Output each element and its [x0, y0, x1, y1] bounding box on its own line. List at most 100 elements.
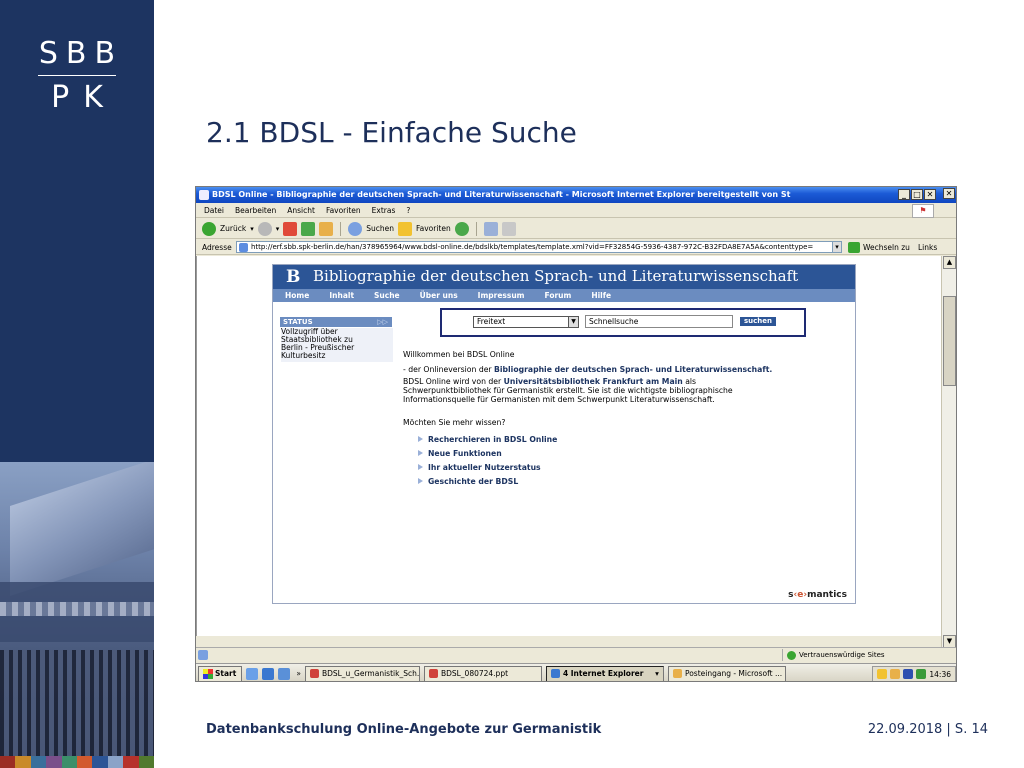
nav-hilfe[interactable]: Hilfe	[591, 289, 611, 302]
links-label[interactable]: Links	[918, 240, 937, 255]
back-arrow-icon[interactable]	[202, 221, 216, 236]
favorites-star-icon[interactable]	[398, 221, 412, 236]
bullet-triangle-icon	[418, 436, 423, 442]
refresh-icon[interactable]	[301, 221, 316, 236]
menu-help[interactable]: ?	[406, 204, 410, 217]
nav-ueber-uns[interactable]: Über uns	[420, 289, 458, 302]
ie-page-icon	[199, 190, 209, 200]
status-panel-header: STATUS ▷▷	[280, 317, 392, 327]
ie-content-area: B Bibliographie der deutschen Sprach- un…	[196, 256, 941, 636]
welcome-text: Willkommen bei BDSL Online	[403, 350, 515, 359]
task-posteingang[interactable]: Posteingang - Microsoft ...	[667, 665, 786, 681]
task-label: 4 Internet Explorer	[562, 669, 644, 678]
forward-dropdown-icon[interactable]: ▾	[276, 225, 280, 233]
security-zone: Vertrauenswürdige Sites	[782, 649, 885, 661]
link-recherchieren[interactable]: Recherchieren in BDSL Online	[418, 435, 557, 444]
outer-close-icon[interactable]: ✕	[943, 188, 955, 199]
status-arrows-icon[interactable]: ▷▷	[377, 317, 388, 327]
mail-icon[interactable]	[483, 221, 498, 236]
nav-forum[interactable]: Forum	[545, 289, 572, 302]
search-icon[interactable]	[348, 221, 363, 236]
tray-network-icon[interactable]	[903, 669, 914, 679]
task-label: BDSL_080724.ppt	[440, 669, 509, 678]
link-neue-funktionen[interactable]: Neue Funktionen	[418, 449, 502, 458]
task-bdsl-ppt[interactable]: BDSL_080724.ppt	[423, 665, 542, 681]
minimize-button[interactable]: _	[898, 189, 910, 200]
color-stripe-segment	[0, 756, 16, 768]
task-bdsl-doc[interactable]: BDSL_u_Germanistik_Sch...	[304, 665, 420, 681]
menu-ansicht[interactable]: Ansicht	[287, 204, 315, 217]
close-button[interactable]: ✕	[924, 189, 936, 200]
search-field-select[interactable]: Freitext ▼	[473, 316, 579, 328]
start-button[interactable]: Start	[198, 665, 243, 681]
outer-window-controls: ✕	[943, 188, 955, 199]
zone-label: Vertrauenswürdige Sites	[799, 651, 885, 659]
footer-date-page: 22.09.2018 | S. 14	[867, 722, 988, 737]
chevron-down-icon[interactable]: ▼	[568, 317, 578, 327]
go-label: Wechseln zu	[863, 243, 910, 252]
ie-icon	[550, 669, 560, 678]
tray-clock-icon[interactable]	[890, 669, 901, 679]
intro-text: - der Onlineversion der Bibliographie de…	[403, 365, 772, 374]
search-button-label[interactable]: Suchen	[366, 224, 394, 233]
task-label: Posteingang - Microsoft ...	[684, 669, 783, 678]
nav-suche[interactable]: Suche	[374, 289, 400, 302]
status-line: Kulturbesitz	[281, 351, 326, 360]
semantics-logo[interactable]: s‹e›mantics	[788, 590, 847, 600]
link-label: Ihr aktueller Nutzerstatus	[428, 463, 541, 472]
quick-search-frame: Freitext ▼ Schnellsuche suchen	[440, 308, 806, 337]
window-controls: _ □ ✕	[898, 189, 936, 200]
nav-impressum[interactable]: Impressum	[478, 289, 525, 302]
link-geschichte[interactable]: Geschichte der BDSL	[418, 477, 519, 486]
ie-menubar: Datei Bearbeiten Ansicht Favoriten Extra…	[196, 204, 956, 218]
menu-extras[interactable]: Extras	[372, 204, 396, 217]
bullet-triangle-icon	[418, 464, 423, 470]
start-label: Start	[215, 669, 237, 678]
status-text: Vollzugriff über Staatsbibliothek zu Ber…	[281, 328, 393, 362]
logo-line2: PK	[51, 80, 117, 115]
print-icon[interactable]	[501, 221, 516, 236]
link-label: Geschichte der BDSL	[428, 477, 519, 486]
task-internet-explorer[interactable]: 4 Internet Explorer ▾	[545, 665, 664, 681]
footer-title: Datenbankschulung Online-Angebote zur Ge…	[206, 722, 602, 737]
quicklaunch-desktop-icon[interactable]	[246, 667, 259, 680]
ie-titlebar: BDSL Online - Bibliographie der deutsche…	[196, 187, 956, 203]
stop-icon[interactable]	[283, 221, 298, 236]
home-icon[interactable]	[319, 221, 334, 236]
more-heading: Möchten Sie mehr wissen?	[403, 418, 506, 427]
maximize-button[interactable]: □	[911, 189, 923, 200]
ie-addressbar: Adresse http://erf.sbb.spk-berlin.de/han…	[196, 240, 956, 255]
quicklaunch-overflow[interactable]: »	[296, 669, 301, 678]
menu-datei[interactable]: Datei	[204, 204, 224, 217]
vertical-scrollbar[interactable]: ▲ ▼	[941, 256, 956, 648]
tray-mail-icon[interactable]	[877, 669, 888, 679]
link-nutzerstatus[interactable]: Ihr aktueller Nutzerstatus	[418, 463, 541, 472]
address-dropdown-icon[interactable]: ▾	[832, 241, 842, 253]
windows-flag-icon: ⚑	[912, 204, 934, 218]
history-icon[interactable]	[454, 221, 469, 236]
go-button[interactable]: Wechseln zu	[848, 240, 910, 255]
slide-sidebar: SBB PK	[0, 0, 154, 768]
quicklaunch-ie-icon[interactable]	[262, 667, 275, 680]
color-stripe-segment	[77, 756, 93, 768]
search-input[interactable]: Schnellsuche	[585, 315, 733, 328]
scroll-up-icon[interactable]: ▲	[943, 256, 956, 269]
back-button-label[interactable]: Zurück	[220, 224, 246, 233]
quicklaunch-outlook-icon[interactable]	[278, 667, 291, 680]
search-button[interactable]: suchen	[740, 317, 776, 326]
menu-favoriten[interactable]: Favoriten	[326, 204, 361, 217]
menu-bearbeiten[interactable]: Bearbeiten	[235, 204, 276, 217]
address-input[interactable]: http://erf.sbb.spk-berlin.de/han/3789659…	[236, 241, 840, 253]
description-line3: Informationsquelle für Germanisten mit d…	[403, 395, 715, 404]
scroll-thumb[interactable]	[943, 296, 956, 386]
back-dropdown-icon[interactable]: ▾	[250, 225, 254, 233]
tray-security-icon[interactable]	[916, 669, 927, 679]
bdsl-logo-icon[interactable]: B	[286, 267, 300, 287]
favorites-button-label[interactable]: Favoriten	[416, 224, 451, 233]
go-arrow-icon	[848, 242, 860, 253]
nav-home[interactable]: Home	[285, 289, 309, 302]
group-dropdown-icon[interactable]: ▾	[655, 669, 659, 678]
ie-toolbar: Zurück ▾ ▾ Suchen Favoriten	[196, 219, 956, 239]
nav-inhalt[interactable]: Inhalt	[329, 289, 354, 302]
forward-arrow-icon[interactable]	[257, 221, 272, 236]
